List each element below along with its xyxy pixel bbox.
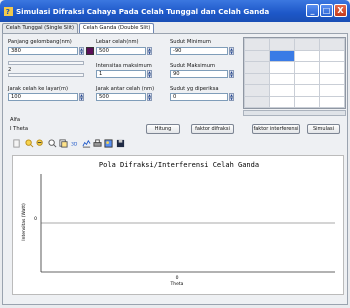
table-row xyxy=(244,84,345,97)
chart-area: Pola Difraksi/Interferensi Celah Ganda 0… xyxy=(12,155,344,295)
itheta-label: I Theta xyxy=(10,126,29,132)
title-bar: ? Simulasi Difraksi Cahaya Pada Celah Tu… xyxy=(0,0,350,22)
slit-distance-label: Jarak antar celah (nm) xyxy=(96,86,155,92)
screen-distance-spinner[interactable]: ▲ ▼ xyxy=(79,93,84,101)
table-row xyxy=(244,72,345,85)
window-title: Simulasi Difraksi Cahaya Pada Celah Tung… xyxy=(16,6,270,16)
hitung-button[interactable]: Hitung xyxy=(146,124,180,134)
table-row xyxy=(244,61,345,74)
max-angle-input[interactable]: 90 xyxy=(170,70,228,78)
faktor-difraksi-button[interactable]: faktor difraksi xyxy=(191,124,234,134)
min-angle-input[interactable]: -90 xyxy=(170,47,228,55)
chart-icon[interactable] xyxy=(82,139,91,148)
svg-text:3D: 3D xyxy=(71,141,78,147)
x-axis-label: Theta xyxy=(170,281,184,287)
max-intensity-spinner[interactable]: ▲ ▼ xyxy=(147,70,152,78)
min-angle-spinner[interactable]: ▲ ▼ xyxy=(229,47,234,55)
page-copy-icon[interactable] xyxy=(59,139,68,148)
max-intensity-input[interactable]: 1 xyxy=(96,70,146,78)
angle-input[interactable]: 0 xyxy=(170,93,228,101)
maximize-button[interactable]: □ xyxy=(320,4,333,17)
print-icon[interactable] xyxy=(93,139,102,148)
picture-icon[interactable] xyxy=(104,139,113,148)
diffraction-chart: Pola Difraksi/Interferensi Celah Ganda 0… xyxy=(21,161,335,287)
table-row xyxy=(244,95,345,108)
minimize-button[interactable]: _ xyxy=(306,4,319,17)
y-tick-label: 0 xyxy=(34,216,37,222)
table-row xyxy=(244,49,345,62)
zoom-icon[interactable] xyxy=(48,139,57,148)
results-table[interactable] xyxy=(243,37,346,109)
alfa-label: Alfa xyxy=(10,117,20,123)
zoom-in-icon[interactable] xyxy=(25,139,34,148)
slider-track-2[interactable] xyxy=(8,73,84,77)
slit-distance-input[interactable]: 500 xyxy=(96,93,146,101)
slit-distance-spinner[interactable]: ▲ ▼ xyxy=(147,93,152,101)
horizontal-scrollbar[interactable] xyxy=(243,110,346,116)
chart-title: Pola Difraksi/Interferensi Celah Ganda xyxy=(99,161,259,169)
angle-label: Sudut yg diperiksa xyxy=(170,86,219,92)
close-button[interactable]: X xyxy=(334,4,347,17)
screen-distance-input[interactable]: 100 xyxy=(8,93,78,101)
app-icon: ? xyxy=(4,6,13,16)
slider-track[interactable] xyxy=(8,61,84,65)
max-angle-label: Sudut Maksimum xyxy=(170,63,216,69)
svg-text:?: ? xyxy=(6,7,10,16)
max-angle-spinner[interactable]: ▲ ▼ xyxy=(229,70,234,78)
wavelength-spinner[interactable]: ▲ ▼ xyxy=(79,47,84,55)
wavelength-input[interactable]: 380 xyxy=(8,47,78,55)
zoom-out-icon[interactable] xyxy=(36,139,45,148)
tab-single-slit[interactable]: Celah Tunggal (Single Slit) xyxy=(2,23,79,33)
wavelength-label: Panjang gelombang(nm) xyxy=(8,39,72,45)
angle-spinner[interactable]: ▲ ▼ xyxy=(229,93,234,101)
min-angle-label: Sudut Minimum xyxy=(170,39,211,45)
y-axis-label: Intensitas (Watt) xyxy=(21,203,27,241)
table-row xyxy=(244,38,345,51)
wavelength-color-swatch xyxy=(86,47,94,55)
x-tick-label: 0 xyxy=(176,275,179,281)
page-icon[interactable] xyxy=(12,139,21,148)
slit-width-label: Lebar celah(nm) xyxy=(96,39,139,45)
slit-width-spinner[interactable]: ▲ ▼ xyxy=(147,47,152,55)
max-intensity-label: Intensitas maksimum xyxy=(96,63,152,69)
simulasi-button[interactable]: Simulasi xyxy=(307,124,340,134)
faktor-interferensi-button[interactable]: faktor interferensi xyxy=(252,124,300,134)
3d-icon[interactable]: 3D xyxy=(71,139,80,148)
screen-distance-label: Jarak celah ke layar(m) xyxy=(8,86,69,92)
save-icon[interactable] xyxy=(116,139,125,148)
slit-width-input[interactable]: 500 xyxy=(96,47,146,55)
